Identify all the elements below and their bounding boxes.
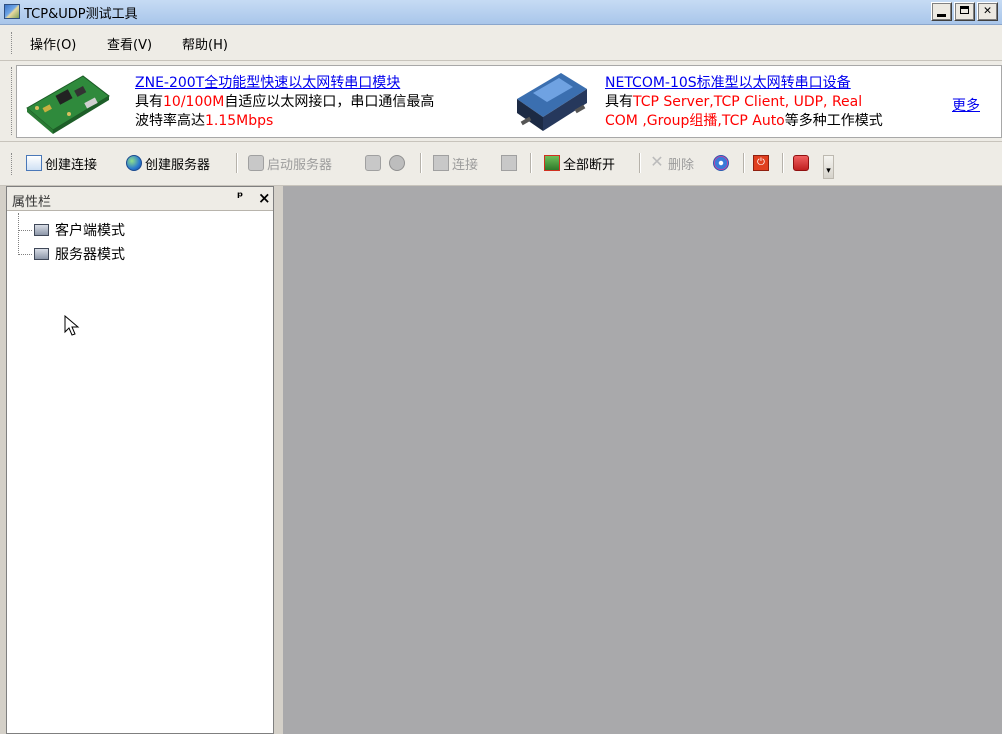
pane-splitter[interactable] [274, 186, 283, 734]
chevron-down-icon: ▾ [826, 166, 831, 176]
ad1-line2: 波特率高达1.15Mbps [135, 113, 274, 129]
tree-connector [18, 254, 32, 255]
netcom-10s-device-image[interactable] [511, 69, 593, 137]
settings-button[interactable] [713, 153, 732, 173]
start-server-icon [248, 155, 264, 171]
delete-button[interactable]: ✕ 删除 [649, 153, 694, 173]
minimize-icon [937, 14, 946, 17]
pane-title: 属性栏 [12, 195, 52, 210]
tree-node-server-mode[interactable]: 服务器模式 [34, 245, 125, 263]
help-icon [793, 155, 809, 171]
power-button[interactable]: ⏻ [753, 153, 772, 173]
zne-200t-module-image[interactable] [23, 70, 113, 134]
mdi-workspace [283, 186, 1002, 734]
pin-icon[interactable]: ᵖ [237, 190, 243, 205]
delete-icon: ✕ [650, 152, 664, 171]
menu-view[interactable]: 查看(V) [107, 34, 152, 53]
menu-grip[interactable] [11, 32, 14, 54]
computer-icon [34, 248, 49, 260]
stop-server-icon [365, 155, 381, 171]
disconnect-all-icon [544, 155, 560, 171]
ad1-line1: 具有10/100M自适应以太网接口，串口通信最高 [135, 94, 435, 110]
gears-icon [713, 155, 729, 171]
properties-pane: 属性栏 ᵖ × 客户端模式 服务器模式 [6, 186, 274, 734]
pane-header: 属性栏 ᵖ × [7, 187, 273, 211]
start-server-button[interactable]: 启动服务器 [248, 153, 332, 173]
toolbar-grip[interactable] [11, 153, 14, 175]
new-connection-icon [26, 155, 42, 171]
close-window-icon: ✕ [983, 3, 992, 18]
create-server-button[interactable]: 创建服务器 [126, 153, 210, 173]
more-link[interactable]: 更多 [952, 95, 980, 115]
tree-connector [18, 213, 19, 255]
ad2-line2: COM ,Group组播,TCP Auto等多种工作模式 [605, 113, 883, 129]
ad1-title-link[interactable]: ZNE-200T全功能型快速以太网转串口模块 [135, 72, 400, 92]
banner-grip[interactable] [11, 67, 14, 135]
close-pane-icon[interactable]: × [258, 189, 271, 207]
app-icon [4, 4, 20, 19]
create-connection-button[interactable]: 创建连接 [26, 153, 97, 173]
toolbar: 创建连接 创建服务器 启动服务器 连接 全部断开 ✕ 删除 ⏻ ▾ [0, 142, 1002, 186]
help-button[interactable] [793, 153, 812, 173]
toolbar-separator [639, 153, 641, 173]
tree-connector [18, 230, 32, 231]
minimize-button[interactable] [931, 2, 952, 21]
close-button[interactable]: ✕ [977, 2, 998, 21]
toolbar-separator [530, 153, 532, 173]
menu-operate[interactable]: 操作(O) [30, 34, 76, 53]
ad2-title-link[interactable]: NETCOM-10S标准型以太网转串口设备 [605, 72, 851, 92]
stop-server-button[interactable] [365, 153, 384, 173]
toolbar-separator [420, 153, 422, 173]
connect-button[interactable]: 连接 [433, 153, 478, 173]
window-title: TCP&UDP测试工具 [24, 7, 138, 22]
globe-icon [126, 155, 142, 171]
tree-node-client-mode[interactable]: 客户端模式 [34, 221, 125, 239]
disconnect-all-button[interactable]: 全部断开 [544, 153, 615, 173]
disconnect-icon [501, 155, 517, 171]
menu-help[interactable]: 帮助(H) [182, 34, 228, 53]
ad-panel: ZNE-200T全功能型快速以太网转串口模块 具有10/100M自适应以太网接口… [16, 65, 1002, 138]
mouse-cursor-icon [64, 315, 80, 336]
maximize-button[interactable] [954, 2, 975, 21]
maximize-icon [960, 6, 969, 14]
toolbar-separator [743, 153, 745, 173]
cancel-button[interactable] [389, 153, 408, 173]
toolbar-separator [782, 153, 784, 173]
toolbar-overflow-button[interactable]: ▾ [823, 155, 834, 179]
power-icon: ⏻ [753, 155, 769, 171]
cancel-icon [389, 155, 405, 171]
ad-banner: ZNE-200T全功能型快速以太网转串口模块 具有10/100M自适应以太网接口… [0, 61, 1002, 142]
title-bar: TCP&UDP测试工具 ✕ [0, 0, 1002, 25]
toolbar-separator [236, 153, 238, 173]
ad2-line1: 具有TCP Server,TCP Client, UDP, Real [605, 94, 863, 110]
computer-icon [34, 224, 49, 236]
disconnect-button[interactable] [501, 153, 520, 173]
connect-icon [433, 155, 449, 171]
menu-bar: 操作(O) 查看(V) 帮助(H) [0, 25, 1002, 61]
